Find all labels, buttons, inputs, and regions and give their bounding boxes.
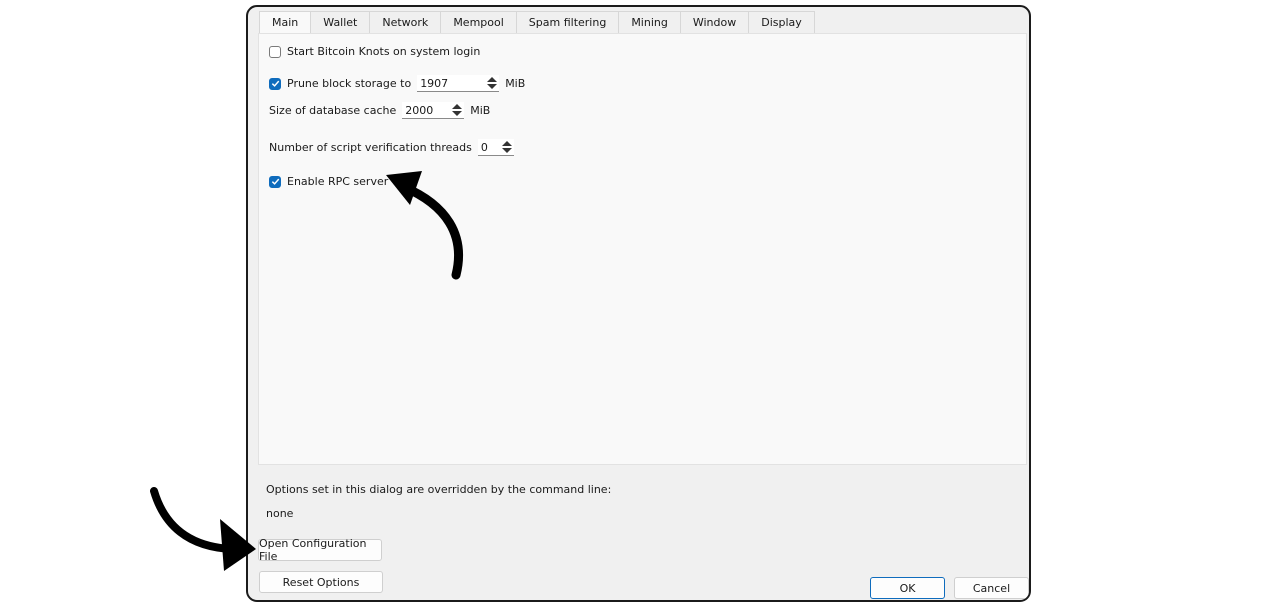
prune-label: Prune block storage to: [287, 77, 412, 90]
prune-row: Prune block storage to 1907 MiB: [269, 75, 525, 92]
reset-options-button[interactable]: Reset Options: [259, 571, 383, 593]
threads-value[interactable]: 0: [478, 141, 500, 154]
annotation-arrow-icon: [150, 487, 256, 571]
spin-arrows-icon[interactable]: [500, 140, 514, 154]
annotation-arrow-icon: [386, 171, 464, 280]
threads-label: Number of script verification threads: [269, 141, 472, 154]
tab-spam-filtering[interactable]: Spam filtering: [516, 11, 620, 34]
db-cache-value[interactable]: 2000: [402, 104, 450, 117]
tab-mining[interactable]: Mining: [619, 11, 681, 34]
tab-mempool[interactable]: Mempool: [441, 11, 517, 34]
open-config-file-button[interactable]: Open Configuration File: [258, 537, 382, 563]
start-on-login-row[interactable]: Start Bitcoin Knots on system login: [269, 45, 480, 58]
db-cache-spinbox[interactable]: 2000: [402, 102, 465, 119]
override-note: Options set in this dialog are overridde…: [266, 483, 612, 496]
check-icon: [271, 80, 279, 87]
main-tab-panel: Start Bitcoin Knots on system login Prun…: [258, 33, 1027, 465]
options-dialog: Main Wallet Network Mempool Spam filteri…: [246, 5, 1031, 602]
rpc-server-checkbox[interactable]: [269, 175, 281, 188]
tab-wallet[interactable]: Wallet: [311, 11, 371, 34]
prune-size-spinbox[interactable]: 1907: [417, 75, 500, 92]
prune-size-value[interactable]: 1907: [417, 77, 485, 90]
cancel-button[interactable]: Cancel: [954, 577, 1029, 599]
tab-main[interactable]: Main: [259, 11, 312, 34]
db-cache-unit: MiB: [470, 104, 491, 117]
tab-bar: Main Wallet Network Mempool Spam filteri…: [259, 11, 815, 34]
threads-spinbox[interactable]: 0: [477, 139, 514, 156]
spin-arrows-icon[interactable]: [450, 103, 464, 117]
check-icon: [271, 178, 279, 185]
ok-button[interactable]: OK: [870, 577, 945, 599]
tab-window[interactable]: Window: [680, 11, 750, 34]
prune-checkbox[interactable]: [269, 77, 281, 90]
db-cache-row: Size of database cache 2000 MiB: [269, 102, 490, 119]
rpc-server-label: Enable RPC server: [287, 175, 389, 188]
rpc-server-row[interactable]: Enable RPC server: [269, 175, 388, 188]
tab-display[interactable]: Display: [749, 11, 815, 34]
threads-row: Number of script verification threads 0: [269, 139, 520, 156]
override-value: none: [266, 507, 294, 520]
start-on-login-checkbox[interactable]: [269, 45, 281, 58]
spin-arrows-icon[interactable]: [485, 76, 499, 90]
prune-unit: MiB: [505, 77, 526, 90]
db-cache-label: Size of database cache: [269, 104, 397, 117]
tab-network[interactable]: Network: [370, 11, 442, 34]
start-on-login-label: Start Bitcoin Knots on system login: [287, 45, 481, 58]
